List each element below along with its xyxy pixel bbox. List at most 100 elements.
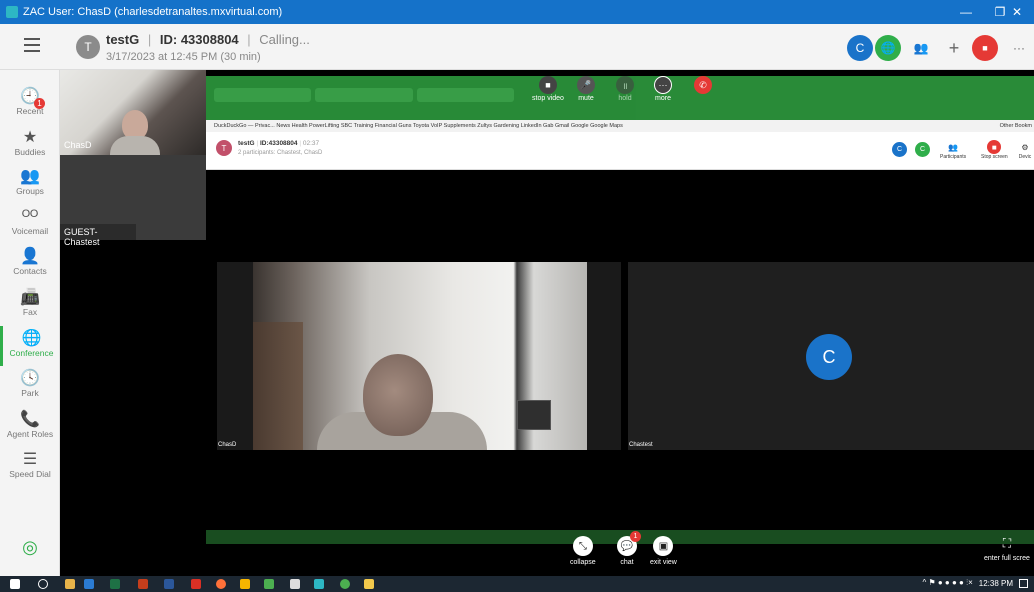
shared-device-tool: ⚙ Devic <box>1018 140 1032 161</box>
person-body <box>110 136 160 155</box>
globe-icon: 🌐 <box>21 330 42 347</box>
control-label: more <box>655 95 671 102</box>
video-icon: ■ <box>539 76 557 94</box>
shared-screen: ■ stop video 🎤 mute ॥ hold ··· more ✆ Du… <box>206 70 1034 576</box>
app-icon[interactable] <box>264 579 274 589</box>
video-curtain <box>253 322 303 450</box>
window-titlebar: ZAC User: ChasD (charlesdetranaltes.mxvi… <box>0 0 1034 24</box>
stop-video-button[interactable]: ■ stop video <box>530 76 566 102</box>
fax-icon: 📠 <box>20 289 40 306</box>
app-icon[interactable] <box>290 579 300 589</box>
more-button[interactable]: ··· more <box>645 76 681 102</box>
call-header: T testG | ID: 43308804 | Calling... 3/17… <box>0 24 1034 70</box>
more-icon: ··· <box>654 76 672 94</box>
powerpoint-icon[interactable] <box>138 579 148 589</box>
sidebar-item-label: Agent Roles <box>6 429 54 439</box>
exit-view-button[interactable]: ▣ exit view <box>650 536 677 566</box>
sidebar-item-label: Contacts <box>13 266 47 276</box>
collapse-button[interactable]: ⤡ collapse <box>570 536 596 566</box>
sidebar-item-buddies[interactable]: ★ Buddies <box>0 125 60 165</box>
separator: | <box>147 32 152 47</box>
contact-avatar: T <box>76 35 100 59</box>
firefox-icon[interactable] <box>216 579 226 589</box>
fullscreen-button[interactable]: ⛶ enter full scree <box>984 536 1030 562</box>
gear-icon: ⚙ <box>1021 142 1029 152</box>
sidebar-item-groups[interactable]: 👥 Groups <box>0 164 60 204</box>
minimize-button[interactable]: — <box>949 0 983 24</box>
shared-self-label: ChasD <box>218 442 237 448</box>
sidebar-item-fax[interactable]: 📠 Fax <box>0 285 60 325</box>
location-button[interactable]: ◎ <box>0 536 60 576</box>
shared-avatar-2: C <box>915 142 930 157</box>
shared-call-id: ID:43308804 <box>259 140 298 147</box>
control-label: collapse <box>570 559 596 566</box>
shared-call-time: 02:37 <box>302 140 320 147</box>
separator: | <box>247 32 251 47</box>
pause-icon: ॥ <box>616 76 634 94</box>
end-call-button[interactable]: ■ <box>972 35 998 61</box>
sidebar-item-speed-dial[interactable]: ☰ Speed Dial <box>0 447 60 487</box>
guest-video-label: GUEST-Chastest <box>60 224 136 247</box>
sidebar-item-contacts[interactable]: 👤 Contacts <box>0 244 60 284</box>
mute-button[interactable]: 🎤 mute <box>568 76 604 102</box>
chrome-icon[interactable] <box>340 579 350 589</box>
shared-stop-screen-tool: ■ Stop screen <box>981 140 1008 160</box>
chat-badge: 1 <box>630 531 641 542</box>
shared-avatar-1: C <box>892 142 907 157</box>
notification-icon[interactable] <box>1019 578 1028 588</box>
microphone-icon: 🎤 <box>577 76 595 94</box>
sidebar-item-label: Fax <box>22 307 38 317</box>
app-icon[interactable] <box>314 579 324 589</box>
bookmarks-list: DuckDuckGo — Privac... News Health Power… <box>214 123 623 129</box>
add-user-icon[interactable]: 👥 <box>908 35 934 61</box>
chat-button[interactable]: 💬 1 chat <box>617 531 641 566</box>
tool-label: Devic <box>1018 154 1032 160</box>
shared-browser-tabs <box>214 88 514 102</box>
sidebar-item-recent[interactable]: 🕘 1 Recent <box>0 84 60 124</box>
app-icon[interactable] <box>240 579 250 589</box>
participant-avatar[interactable]: C <box>847 35 873 61</box>
recent-badge: 1 <box>34 98 45 109</box>
more-icon[interactable]: ··· <box>1006 35 1032 61</box>
sidebar-item-agent-roles[interactable]: 📞 Agent Roles <box>0 407 60 447</box>
add-icon[interactable]: + <box>941 35 967 61</box>
shared-participants: 2 participants: Chastest, ChasD <box>238 150 323 156</box>
hold-button[interactable]: ॥ hold <box>607 76 643 102</box>
control-label: chat <box>620 559 634 566</box>
chat-icon: 💬 1 <box>617 531 641 556</box>
outlook-icon[interactable] <box>84 579 94 589</box>
star-icon: ★ <box>22 129 38 146</box>
windows-start-icon[interactable] <box>10 579 20 589</box>
location-icon: ◎ <box>22 537 38 557</box>
clock[interactable]: 12:38 PM <box>979 579 1013 588</box>
menu-icon[interactable] <box>24 38 40 52</box>
file-explorer-icon[interactable] <box>65 579 75 589</box>
shared-other-label: Chastest <box>629 442 653 448</box>
exit-view-icon: ▣ <box>653 536 674 556</box>
sidebar-item-label: Groups <box>16 186 44 196</box>
hangup-button[interactable]: ✆ <box>685 76 721 95</box>
control-label: mute <box>578 95 594 102</box>
acrobat-icon[interactable] <box>191 579 201 589</box>
sidebar-item-park[interactable]: 🕓 Park <box>0 366 60 406</box>
sidebar-item-conference[interactable]: 🌐 Conference <box>0 326 60 366</box>
background-monitor <box>517 400 551 430</box>
sidebar-item-voicemail[interactable]: ᴼᴼ Voicemail <box>0 204 60 244</box>
voicemail-icon: ᴼᴼ <box>21 208 39 225</box>
shared-self-video-tile <box>217 262 621 450</box>
fullscreen-icon: ⛶ <box>1002 536 1012 550</box>
close-button[interactable]: ✕ <box>1000 0 1034 24</box>
app-icon <box>6 6 18 18</box>
tray-icons[interactable]: ^ ⚑ ● ● ● ● ⫶× <box>922 578 972 588</box>
excel-icon[interactable] <box>110 579 120 589</box>
tool-label: Stop screen <box>981 154 1008 160</box>
sidebar: 🕘 1 Recent ★ Buddies 👥 Groups ᴼᴼ Voicema… <box>0 70 60 576</box>
word-icon[interactable] <box>164 579 174 589</box>
conference-icon[interactable]: 🌐 <box>875 35 901 61</box>
search-icon[interactable] <box>38 579 48 589</box>
call-id: ID: 43308804 <box>159 32 239 47</box>
participants-icon: 👥 <box>948 142 959 152</box>
app-icon[interactable] <box>364 579 374 589</box>
hangup-icon: ✆ <box>694 76 712 94</box>
shared-call-name: testG <box>238 140 255 147</box>
